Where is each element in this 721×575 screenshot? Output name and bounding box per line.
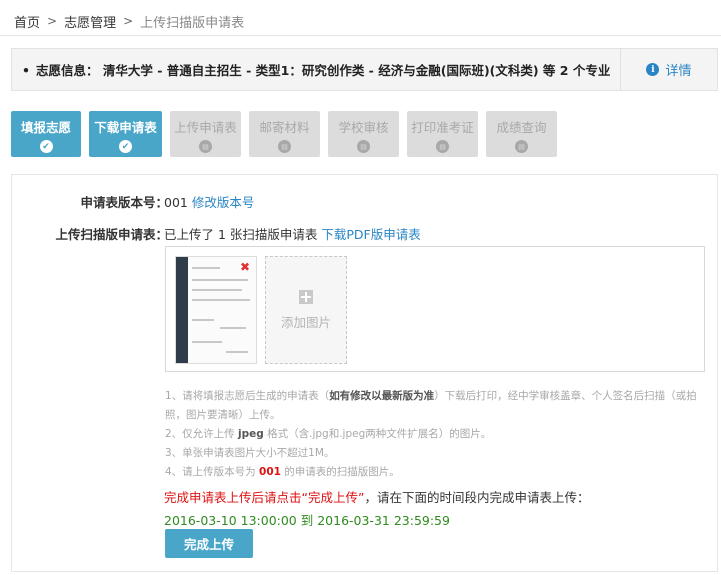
download-pdf-link[interactable]: 下载PDF版申请表 bbox=[321, 227, 420, 242]
document-icon: ▤ bbox=[278, 140, 291, 153]
upload-label: 上传扫描版申请表： bbox=[55, 227, 168, 242]
thumbnail-line bbox=[220, 327, 246, 329]
step-mail-materials: 邮寄材料 ▤ bbox=[249, 111, 320, 157]
document-icon: ▤ bbox=[515, 140, 528, 153]
image-upload-area: ✖ 添加图片 bbox=[165, 246, 705, 372]
modify-version-link[interactable]: 修改版本号 bbox=[192, 195, 255, 210]
warning-red-text: 完成申请表上传后请点击“完成上传” bbox=[164, 490, 365, 505]
instruction-text: 2、仅允许上传 bbox=[165, 428, 239, 440]
version-label: 申请表版本号： bbox=[80, 195, 168, 210]
step-label: 学校审核 bbox=[338, 120, 389, 135]
step-label: 下载申请表 bbox=[94, 120, 157, 135]
check-icon: ✔ bbox=[119, 140, 132, 153]
thumbnail-line bbox=[192, 319, 214, 321]
instruction-emphasis: 如有修改以最新版为准 bbox=[329, 390, 435, 402]
version-row: 001 修改版本号 bbox=[164, 192, 254, 211]
step-download-form[interactable]: 下载申请表 ✔ bbox=[89, 111, 162, 157]
detail-link[interactable]: i 详情 bbox=[621, 60, 717, 79]
document-icon: ▤ bbox=[357, 140, 370, 153]
instruction-text: 1、请将填报志愿后生成的申请表（ bbox=[165, 390, 330, 402]
add-image-button[interactable]: 添加图片 bbox=[265, 256, 347, 364]
info-icon: i bbox=[646, 63, 660, 76]
breadcrumb-current: 上传扫描版申请表 bbox=[140, 15, 245, 31]
detail-label: 详情 bbox=[665, 64, 692, 79]
upload-instructions: 1、请将填报志愿后生成的申请表（如有修改以最新版为准）下载后打印，经中学审核盖章… bbox=[165, 387, 713, 482]
add-image-label: 添加图片 bbox=[280, 314, 331, 330]
uploaded-image-thumbnail[interactable]: ✖ bbox=[175, 256, 257, 364]
upload-period: 2016-03-10 13:00:00 到 2016-03-31 23:59:5… bbox=[164, 513, 450, 528]
upload-status-row: 已上传了 1 张扫描版申请表 下载PDF版申请表 bbox=[164, 224, 421, 243]
thumbnail-line bbox=[192, 299, 250, 301]
application-info: • 志愿信息： 清华大学 - 普通自主招生 - 类型1：研究创作类 - 经济与金融… bbox=[12, 60, 620, 79]
warning-dark-text: ，请在下面的时间段内完成申请表上传： bbox=[364, 490, 590, 505]
completion-warning: 完成申请表上传后请点击“完成上传”，请在下面的时间段内完成申请表上传： bbox=[164, 487, 589, 506]
step-score-query: 成绩查询 ▤ bbox=[486, 111, 557, 157]
delete-image-icon[interactable]: ✖ bbox=[240, 260, 250, 274]
step-label: 上传申请表 bbox=[174, 120, 237, 135]
step-upload-form: 上传申请表 ▤ bbox=[170, 111, 241, 157]
instruction-text: 格式（含.jpg和.jpeg两种文件扩展名）的图片。 bbox=[263, 428, 492, 440]
plus-icon bbox=[299, 289, 313, 304]
instruction-4: 4、请上传版本号为 001 的申请表的扫描版图片。 bbox=[165, 463, 713, 482]
bullet: • bbox=[22, 63, 30, 78]
instruction-emphasis: jpeg bbox=[238, 428, 264, 440]
finish-upload-button[interactable]: 完成上传 bbox=[165, 529, 253, 558]
thumbnail-line bbox=[192, 279, 248, 281]
chevron-right-icon: > bbox=[123, 14, 134, 28]
application-info-bar: • 志愿信息： 清华大学 - 普通自主招生 - 类型1：研究创作类 - 经济与金融… bbox=[11, 48, 718, 91]
document-icon: ▤ bbox=[436, 140, 449, 153]
instruction-2: 2、仅允许上传 jpeg 格式（含.jpg和.jpeg两种文件扩展名）的图片。 bbox=[165, 425, 713, 444]
document-icon: ▤ bbox=[199, 140, 212, 153]
instruction-text: 的申请表的扫描版图片。 bbox=[280, 466, 400, 478]
version-value: 001 bbox=[164, 195, 188, 210]
instruction-text: 4、请上传版本号为 bbox=[165, 466, 260, 478]
step-fill-volunteer[interactable]: 填报志愿 ✔ bbox=[11, 111, 81, 157]
thumbnail-line bbox=[192, 289, 242, 291]
application-info-text: 志愿信息： 清华大学 - 普通自主招生 - 类型1：研究创作类 - 经济与金融(… bbox=[36, 63, 611, 78]
breadcrumb-volunteer-management[interactable]: 志愿管理 bbox=[64, 12, 116, 31]
instruction-version: 001 bbox=[259, 466, 281, 478]
thumbnail-line bbox=[192, 341, 222, 343]
instruction-1: 1、请将填报志愿后生成的申请表（如有修改以最新版为准）下载后打印，经中学审核盖章… bbox=[165, 387, 713, 425]
progress-steps: 填报志愿 ✔ 下载申请表 ✔ 上传申请表 ▤ 邮寄材料 ▤ 学校审核 ▤ 打印准… bbox=[11, 111, 565, 157]
step-label: 打印准考证 bbox=[411, 120, 474, 135]
divider bbox=[0, 35, 721, 36]
breadcrumb: 首页 > 志愿管理 > 上传扫描版申请表 bbox=[14, 11, 244, 31]
thumbnail-sidebar bbox=[176, 257, 188, 363]
step-label: 成绩查询 bbox=[496, 120, 547, 135]
thumbnail-line bbox=[226, 351, 248, 353]
instruction-3: 3、单张申请表图片大小不超过1M。 bbox=[165, 447, 335, 459]
upload-status: 已上传了 1 张扫描版申请表 bbox=[164, 227, 318, 242]
step-school-review: 学校审核 ▤ bbox=[328, 111, 399, 157]
chevron-right-icon: > bbox=[47, 14, 58, 28]
step-print-admission-ticket: 打印准考证 ▤ bbox=[407, 111, 478, 157]
check-icon: ✔ bbox=[39, 140, 53, 153]
step-label: 邮寄材料 bbox=[259, 120, 310, 135]
step-label: 填报志愿 bbox=[20, 120, 71, 135]
breadcrumb-home[interactable]: 首页 bbox=[14, 12, 40, 31]
thumbnail-line bbox=[192, 267, 220, 269]
